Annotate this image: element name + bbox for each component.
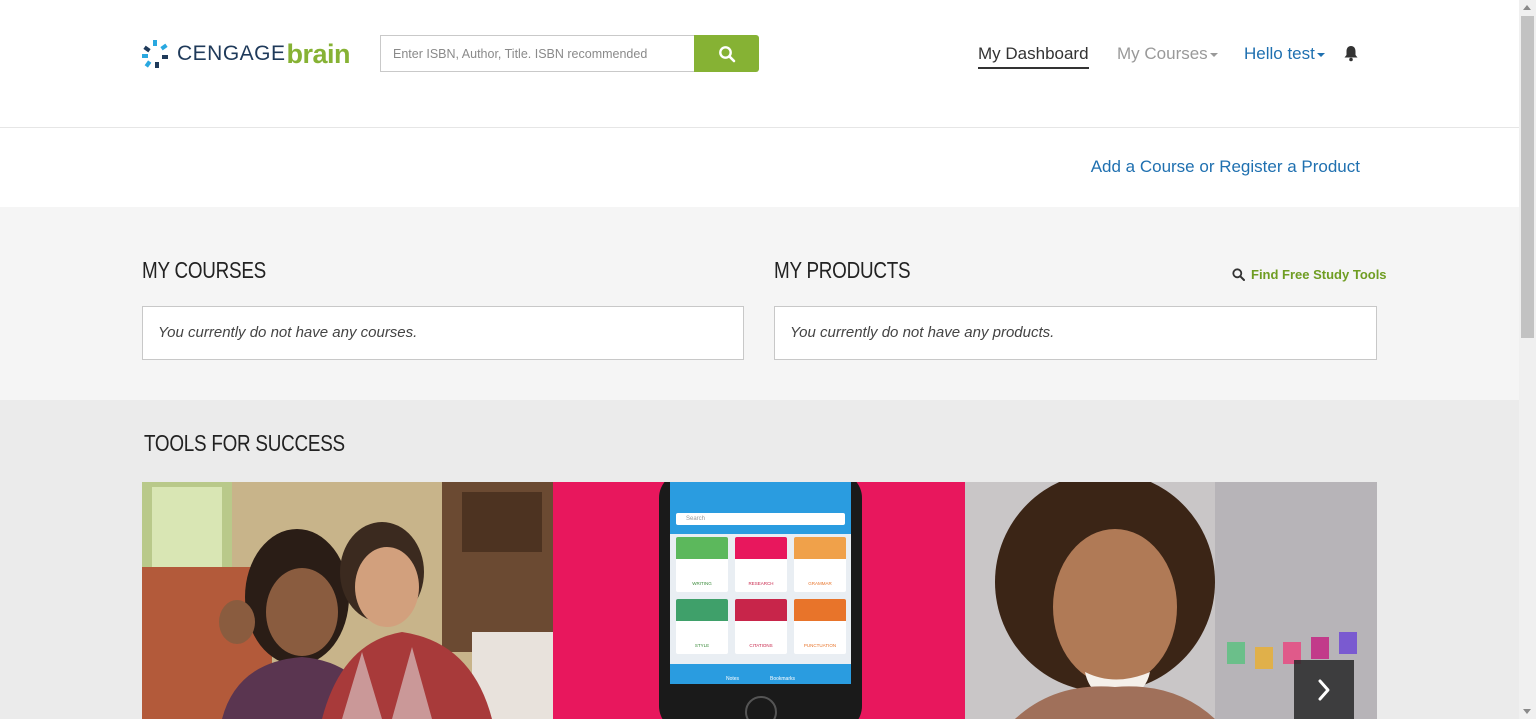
app-tile-color-bar [735,599,787,621]
app-tile: WRITING [676,537,728,592]
search-button[interactable] [694,35,759,72]
search-icon [1232,268,1245,281]
carousel-next-button[interactable] [1294,660,1354,719]
couple-photo-tile[interactable] [142,482,553,719]
app-tile: GRAMMAR [794,537,846,592]
products-empty-text: You currently do not have any products. [790,324,1055,341]
app-tile-color-bar [794,599,846,621]
search-form [380,35,759,72]
courses-empty-box: You currently do not have any courses. [142,306,744,360]
nav-my-dashboard[interactable]: My Dashboard [978,44,1089,69]
scroll-down-arrow-icon[interactable] [1523,709,1531,714]
cengage-brain-logo[interactable]: CENGAGE brain [141,38,351,70]
chevron-right-icon [1318,679,1330,701]
tools-for-success-title: TOOLS FOR SUCCESS [144,430,345,456]
woman-photo-tile[interactable] [965,482,1377,719]
products-empty-box: You currently do not have any products. [774,306,1377,360]
app-tile-color-bar [676,537,728,559]
search-icon [718,45,735,62]
app-search-field: Search [676,513,845,525]
app-tile-color-bar [735,537,787,559]
scrollbar-thumb[interactable] [1521,16,1534,338]
add-course-link[interactable]: Add a Course or Register a Product [1091,157,1360,177]
app-tile: RESEARCH [735,537,787,592]
notification-bell-icon[interactable] [1343,45,1359,67]
app-tile: STYLE [676,599,728,654]
app-footer-bookmarks: Bookmarks [770,676,796,682]
nav-my-courses-label: My Courses [1117,44,1208,63]
my-courses-title: MY COURSES [142,257,266,283]
logo-mark-icon [142,40,168,68]
search-input[interactable] [380,35,694,72]
my-courses-products-section: MY COURSES You currently do not have any… [0,207,1519,400]
app-tile-label: WRITING [692,581,712,586]
courses-empty-text: You currently do not have any courses. [158,324,418,341]
my-products-title: MY PRODUCTS [774,257,911,283]
find-free-study-tools-link[interactable]: Find Free Study Tools [1232,267,1387,282]
add-course-bar: Add a Course or Register a Product [0,128,1519,207]
app-tile-label: GRAMMAR [808,581,832,586]
logo-text-brain: brain [286,38,351,69]
app-tile: CITATIONS [735,599,787,654]
chevron-down-icon [1209,52,1218,57]
couple-photo-image [142,482,553,719]
page-scrollbar[interactable] [1519,0,1536,719]
phone-screen: Search WRITING RESEARCH GRAMMAR STYLE CITATI… [670,482,851,684]
app-tile-label: RESEARCH [748,581,774,586]
writing-app-tile[interactable]: Search WRITING RESEARCH GRAMMAR STYLE CITATI… [553,482,965,719]
app-tile: PUNCTUATION [794,599,846,654]
find-free-study-tools-label: Find Free Study Tools [1251,267,1387,282]
tools-for-success-section: TOOLS FOR SUCCESS Search WRITINGRESEARC [0,400,1519,719]
app-tile-label: PUNCTUATION [803,643,837,648]
nav-user-label: Hello test [1244,44,1315,63]
app-tile-label: STYLE [694,643,710,648]
nav-my-courses[interactable]: My Courses [1117,44,1218,64]
app-footer-notes: Notes [726,676,740,682]
app-tile-color-bar [676,599,728,621]
chevron-down-icon [1316,52,1325,57]
app-tile-label: CITATIONS [749,643,773,648]
nav-user-menu[interactable]: Hello test [1244,44,1325,64]
logo-text-cengage: CENGAGE [177,42,286,65]
scroll-up-arrow-icon[interactable] [1523,5,1531,10]
app-tile-color-bar [794,537,846,559]
site-header: CENGAGEbrain My Dashboard My Courses Hel… [0,0,1519,128]
